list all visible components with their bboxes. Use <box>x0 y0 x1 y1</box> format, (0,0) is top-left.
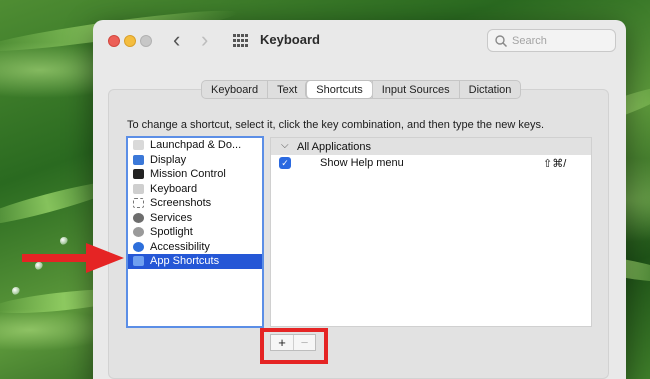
group-label: All Applications <box>297 140 371 153</box>
mission-control-icon <box>133 169 144 180</box>
category-label: Services <box>150 211 193 224</box>
category-label: Screenshots <box>150 197 212 210</box>
category-accessibility[interactable]: Accessibility <box>128 240 262 255</box>
category-services[interactable]: Services <box>128 211 262 226</box>
accessibility-icon <box>133 241 144 252</box>
shortcut-keys[interactable]: ⇧⌘/ <box>543 157 566 170</box>
display-icon <box>133 154 144 165</box>
shortcut-category-list[interactable]: Launchpad & Do... Display Mission Contro… <box>126 136 264 328</box>
shortcuts-list[interactable]: ⌵ All Applications ✓ Show Help menu ⇧⌘/ <box>270 137 592 327</box>
category-label: Accessibility <box>150 240 210 253</box>
category-keyboard[interactable]: Keyboard <box>128 182 262 197</box>
search-icon <box>495 35 508 48</box>
zoom-button[interactable] <box>140 35 152 47</box>
shortcut-name[interactable]: Show Help menu <box>320 157 404 169</box>
tab-shortcuts[interactable]: Shortcuts <box>306 81 372 98</box>
red-arrow-annotation <box>22 243 124 273</box>
window-title: Keyboard <box>260 32 320 47</box>
forward-chevron-icon[interactable]: › <box>201 29 208 51</box>
tab-input-sources[interactable]: Input Sources <box>371 81 459 98</box>
category-display[interactable]: Display <box>128 153 262 168</box>
disclosure-chevron-icon[interactable]: ⌵ <box>281 140 289 151</box>
instructions-text: To change a shortcut, select it, click t… <box>127 119 545 131</box>
app-shortcuts-icon <box>133 256 144 267</box>
group-all-applications[interactable]: ⌵ All Applications <box>271 138 591 155</box>
search-field[interactable] <box>487 29 616 52</box>
category-mission-control[interactable]: Mission Control <box>128 167 262 182</box>
spotlight-icon <box>133 227 144 238</box>
tab-keyboard[interactable]: Keyboard <box>202 81 267 98</box>
category-label: Launchpad & Do... <box>150 139 242 152</box>
keyboard-icon <box>133 183 144 194</box>
screenshots-icon <box>133 198 144 209</box>
services-gear-icon <box>133 212 144 223</box>
minimize-button[interactable] <box>124 35 136 47</box>
tab-dictation[interactable]: Dictation <box>458 81 521 98</box>
category-label: Mission Control <box>150 168 226 181</box>
search-input[interactable] <box>512 33 610 49</box>
launchpad-icon <box>133 140 144 151</box>
category-app-shortcuts[interactable]: App Shortcuts <box>128 254 262 269</box>
highlight-box-annotation <box>260 328 328 364</box>
keyboard-preferences-window: ‹ › Keyboard Keyboard Text Shortcuts Inp… <box>93 20 626 379</box>
category-label: Keyboard <box>150 182 198 195</box>
tab-text[interactable]: Text <box>267 81 306 98</box>
category-label: App Shortcuts <box>150 255 220 268</box>
back-chevron-icon[interactable]: ‹ <box>173 29 180 51</box>
close-button[interactable] <box>108 35 120 47</box>
shortcut-enabled-checkbox[interactable]: ✓ <box>279 157 291 169</box>
show-all-grid-icon[interactable] <box>233 34 248 48</box>
category-screenshots[interactable]: Screenshots <box>128 196 262 211</box>
category-spotlight[interactable]: Spotlight <box>128 225 262 240</box>
shortcut-row[interactable]: ✓ Show Help menu ⇧⌘/ <box>271 155 591 172</box>
category-launchpad[interactable]: Launchpad & Do... <box>128 138 262 153</box>
category-label: Spotlight <box>150 226 193 239</box>
category-label: Display <box>150 153 187 166</box>
title-bar: ‹ › Keyboard <box>93 20 626 62</box>
tab-bar: Keyboard Text Shortcuts Input Sources Di… <box>201 80 522 99</box>
